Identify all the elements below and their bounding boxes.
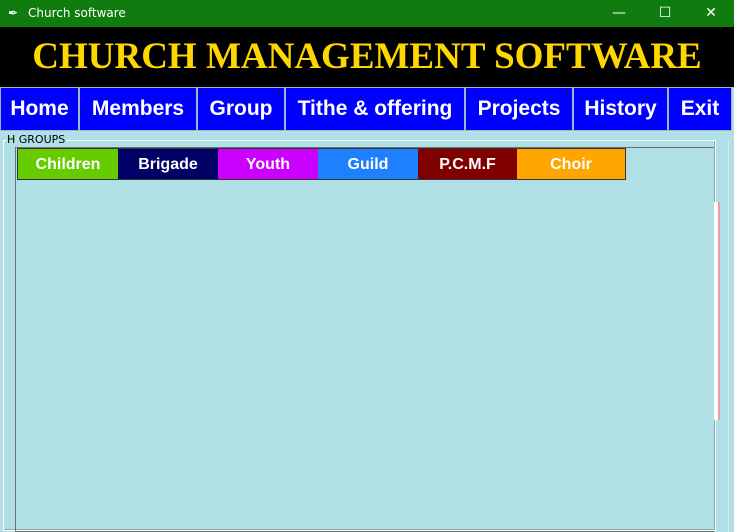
nav-home-button[interactable]: Home <box>0 87 79 131</box>
nav-members-button[interactable]: Members <box>79 87 197 131</box>
tab-choir[interactable]: Choir <box>517 149 625 180</box>
nav-history-button[interactable]: History <box>573 87 668 131</box>
nav-exit-button[interactable]: Exit <box>668 87 732 131</box>
frame-edge <box>728 140 729 532</box>
window-titlebar: ✒ Church software — ☐ ✕ <box>0 0 734 27</box>
window-title: Church software <box>28 6 126 20</box>
nav-tithe-offering-button[interactable]: Tithe & offering <box>285 87 465 131</box>
close-button[interactable]: ✕ <box>688 0 734 27</box>
tab-children[interactable]: Children <box>18 149 118 180</box>
groups-frame-label: H GROUPS <box>6 133 67 146</box>
feather-icon: ✒ <box>8 6 19 20</box>
scrollbar[interactable] <box>714 202 720 420</box>
groups-content-panel <box>15 147 714 532</box>
tab-pcmf[interactable]: P.C.M.F <box>418 149 517 180</box>
main-nav: Home Members Group Tithe & offering Proj… <box>0 87 734 131</box>
nav-group-button[interactable]: Group <box>197 87 285 131</box>
maximize-button[interactable]: ☐ <box>642 0 688 27</box>
nav-projects-button[interactable]: Projects <box>465 87 573 131</box>
app-heading: CHURCH MANAGEMENT SOFTWARE <box>32 36 702 77</box>
tab-brigade[interactable]: Brigade <box>118 149 218 180</box>
minimize-button[interactable]: — <box>596 0 642 27</box>
tab-guild[interactable]: Guild <box>318 149 418 180</box>
tab-youth[interactable]: Youth <box>218 149 318 180</box>
banner: CHURCH MANAGEMENT SOFTWARE <box>0 27 734 87</box>
